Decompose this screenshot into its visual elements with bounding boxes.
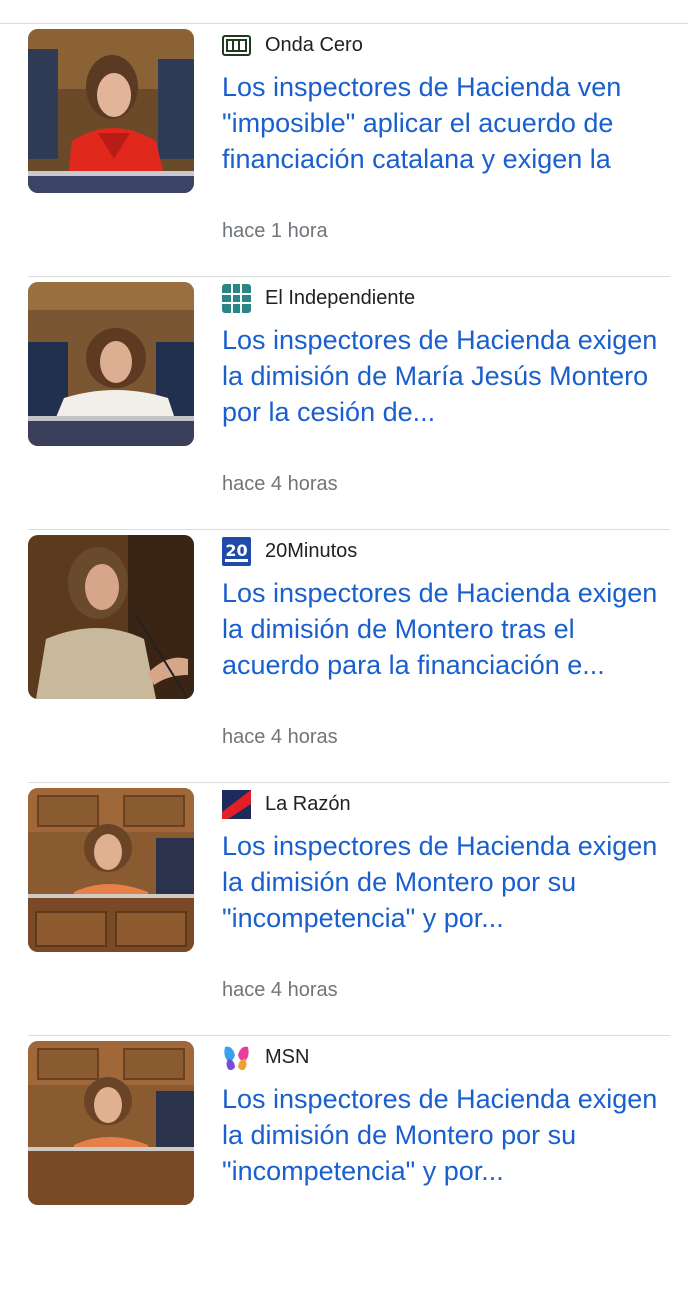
article-headline[interactable]: Los inspectores de Hacienda exigen la di… bbox=[222, 828, 672, 936]
el-independiente-logo-icon bbox=[222, 283, 251, 313]
source-row: 20 20Minutos bbox=[222, 536, 357, 566]
source-name: 20Minutos bbox=[265, 539, 358, 562]
article-thumbnail[interactable] bbox=[28, 788, 194, 952]
article-thumbnail[interactable] bbox=[28, 535, 194, 699]
onda-cero-logo-icon bbox=[222, 31, 251, 60]
article-headline[interactable]: Los inspectores de Hacienda exigen la di… bbox=[222, 322, 672, 430]
source-name: La Razón bbox=[265, 792, 351, 815]
svg-text:20: 20 bbox=[225, 541, 247, 560]
article-time: hace 4 horas bbox=[222, 979, 338, 1001]
source-row: La Razón bbox=[222, 789, 351, 819]
article-thumbnail[interactable] bbox=[28, 29, 194, 193]
article-headline[interactable]: Los inspectores de Hacienda exigen la di… bbox=[222, 575, 672, 683]
20minutos-logo-icon: 20 bbox=[222, 536, 251, 566]
news-item-msn[interactable]: MSN Los inspectores de Hacienda exigen l… bbox=[0, 1036, 688, 1289]
news-item-onda-cero[interactable]: Onda Cero Los inspectores de Hacienda ve… bbox=[0, 24, 688, 277]
article-time: hace 4 horas bbox=[222, 726, 338, 748]
la-razon-logo-icon bbox=[222, 789, 251, 819]
source-name: El Independiente bbox=[265, 286, 416, 309]
news-item-20minutos[interactable]: 20 20Minutos Los inspectores de Hacienda… bbox=[0, 530, 688, 783]
article-thumbnail[interactable] bbox=[28, 1041, 194, 1205]
source-row: MSN bbox=[222, 1042, 309, 1072]
source-name: MSN bbox=[265, 1045, 310, 1068]
article-headline[interactable]: Los inspectores de Hacienda ven "imposib… bbox=[222, 69, 672, 177]
news-item-la-razon[interactable]: La Razón Los inspectores de Hacienda exi… bbox=[0, 783, 688, 1036]
source-row: Onda Cero bbox=[222, 30, 363, 60]
article-thumbnail[interactable] bbox=[28, 282, 194, 446]
news-item-el-independiente[interactable]: El Independiente Los inspectores de Haci… bbox=[0, 277, 688, 530]
source-row: El Independiente bbox=[222, 283, 415, 313]
article-time: hace 4 horas bbox=[222, 473, 338, 495]
msn-logo-icon bbox=[222, 1043, 251, 1072]
article-time: hace 1 hora bbox=[222, 220, 328, 242]
article-headline[interactable]: Los inspectores de Hacienda exigen la di… bbox=[222, 1081, 672, 1189]
source-name: Onda Cero bbox=[265, 33, 363, 56]
